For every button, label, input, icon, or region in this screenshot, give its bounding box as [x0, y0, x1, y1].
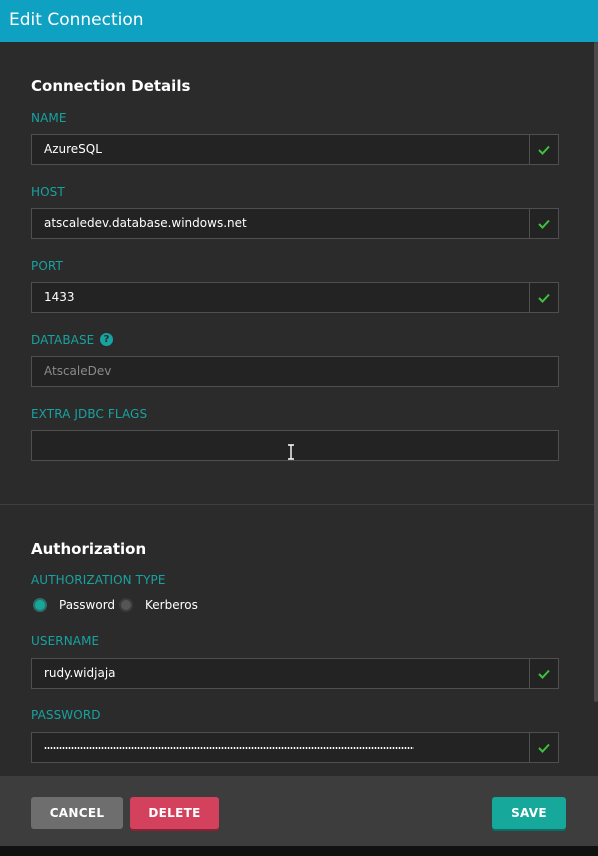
section-divider — [0, 504, 594, 505]
username-field[interactable]: rudy.widjaja — [31, 658, 559, 689]
question-circle-icon[interactable]: ? — [100, 333, 113, 346]
username-value: rudy.widjaja — [44, 666, 116, 680]
extra-jdbc-flags-label: EXTRA JDBC FLAGS — [31, 407, 148, 421]
scrollbar[interactable] — [594, 42, 598, 702]
check-icon — [529, 659, 558, 688]
database-label: DATABASE — [31, 333, 95, 347]
port-label: PORT — [31, 259, 63, 273]
section-title-authorization: Authorization — [31, 540, 147, 558]
kerberos-radio[interactable] — [119, 598, 133, 612]
port-value: 1433 — [44, 290, 75, 304]
extra-jdbc-flags-field[interactable] — [31, 430, 559, 461]
name-label: NAME — [31, 111, 67, 125]
host-field[interactable]: atscaledev.database.windows.net — [31, 208, 559, 239]
database-field[interactable]: AtscaleDev — [31, 356, 559, 387]
dialog-title: Edit Connection — [9, 10, 144, 30]
password-label: PASSWORD — [31, 708, 101, 722]
save-button[interactable]: SAVE — [492, 797, 566, 829]
password-radio-label[interactable]: Password — [59, 597, 115, 614]
host-value: atscaledev.database.windows.net — [44, 216, 247, 230]
host-label: HOST — [31, 185, 65, 199]
password-radio[interactable] — [33, 598, 47, 612]
name-value: AzureSQL — [44, 142, 102, 156]
check-icon — [529, 283, 558, 312]
section-title-connection-details: Connection Details — [31, 77, 191, 95]
kerberos-radio-label[interactable]: Kerberos — [145, 597, 198, 614]
dialog-header: Edit Connection — [0, 0, 598, 42]
username-label: USERNAME — [31, 634, 100, 648]
check-icon — [529, 135, 558, 164]
password-masked-value — [44, 747, 414, 749]
check-icon — [529, 209, 558, 238]
check-icon — [529, 733, 558, 762]
dialog-footer: CANCEL DELETE SAVE — [0, 776, 598, 846]
name-field[interactable]: AzureSQL — [31, 134, 559, 165]
password-field[interactable] — [31, 732, 559, 763]
cancel-button[interactable]: CANCEL — [31, 797, 123, 829]
port-field[interactable]: 1433 — [31, 282, 559, 313]
authorization-type-label: AUTHORIZATION TYPE — [31, 573, 166, 587]
dialog-bottom-edge — [0, 846, 598, 856]
text-cursor-icon — [288, 444, 294, 460]
delete-button[interactable]: DELETE — [130, 797, 219, 829]
database-placeholder: AtscaleDev — [44, 364, 112, 378]
